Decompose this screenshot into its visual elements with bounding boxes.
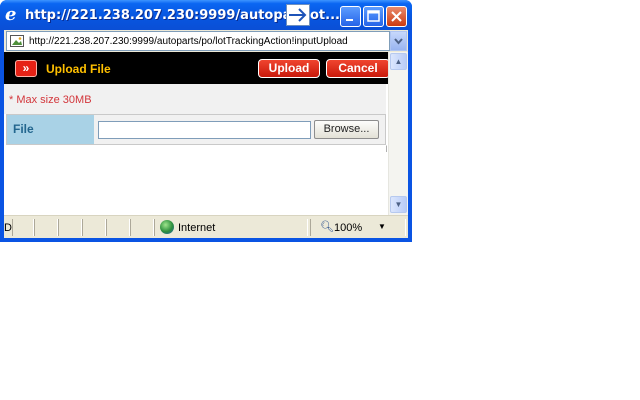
note-row: * Max size 30MB [4,84,386,114]
page-content: » Upload File Upload Cancel * Max size 3… [4,52,388,215]
zoom-dropdown-icon[interactable]: ▼ [378,221,386,233]
internet-explorer-icon: e [5,4,17,25]
upload-button[interactable]: Upload [258,59,320,78]
upload-form: * Max size 30MB File Browse... [4,84,388,215]
file-path-input[interactable] [98,121,311,139]
scroll-down-button[interactable]: ▼ [390,196,407,213]
vertical-scrollbar[interactable]: ▲ ▼ [388,52,408,215]
title-bar[interactable]: e http://221.238.207.230:9999/autoparts/… [0,0,412,30]
zoom-level[interactable]: 100% [334,221,362,235]
browser-window: e http://221.238.207.230:9999/autoparts/… [0,0,412,242]
status-segment [34,219,58,236]
status-bar: D Internet 🔍︎ 100% ▼ [4,215,408,238]
file-label-cell: File [7,115,94,144]
status-segment [58,219,82,236]
chevron-down-icon [394,38,403,45]
address-field[interactable]: http://221.238.207.230:9999/autoparts/po… [6,31,390,51]
browse-button[interactable]: Browse... [314,120,379,139]
minimize-icon [346,19,353,21]
cancel-button[interactable]: Cancel [326,59,388,78]
popup-header: » Upload File Upload Cancel [4,52,388,84]
page-icon [10,35,24,47]
address-bar: http://221.238.207.230:9999/autoparts/po… [4,30,408,52]
close-button[interactable] [386,6,407,27]
double-chevron-right-icon: » [15,60,37,77]
status-segment [82,219,106,236]
status-segment [12,219,34,236]
popup-title: Upload File [46,62,111,76]
zoom-magnifier-icon: 🔍︎ [320,221,334,233]
file-row: File Browse... [6,114,386,145]
window-title-suffix: ot... [310,8,340,23]
resize-grip [380,145,387,152]
status-text: D [4,222,12,234]
address-dropdown-button[interactable] [390,31,407,51]
minimize-button[interactable] [340,6,361,27]
maximize-icon [367,10,380,22]
scroll-up-button[interactable]: ▲ [390,53,407,70]
file-label: File [13,122,34,136]
status-segment [130,219,154,236]
max-size-note: * Max size 30MB [9,94,92,106]
security-zone: Internet [178,222,216,234]
maximize-button[interactable] [363,6,384,27]
internet-globe-icon [160,220,174,234]
close-icon [391,11,402,22]
address-url: http://221.238.207.230:9999/autoparts/po… [29,36,348,47]
status-segment [106,219,130,236]
go-arrow-icon [286,4,310,26]
window-title: http://221.238.207.230:9999/autoparts/ [25,8,287,23]
